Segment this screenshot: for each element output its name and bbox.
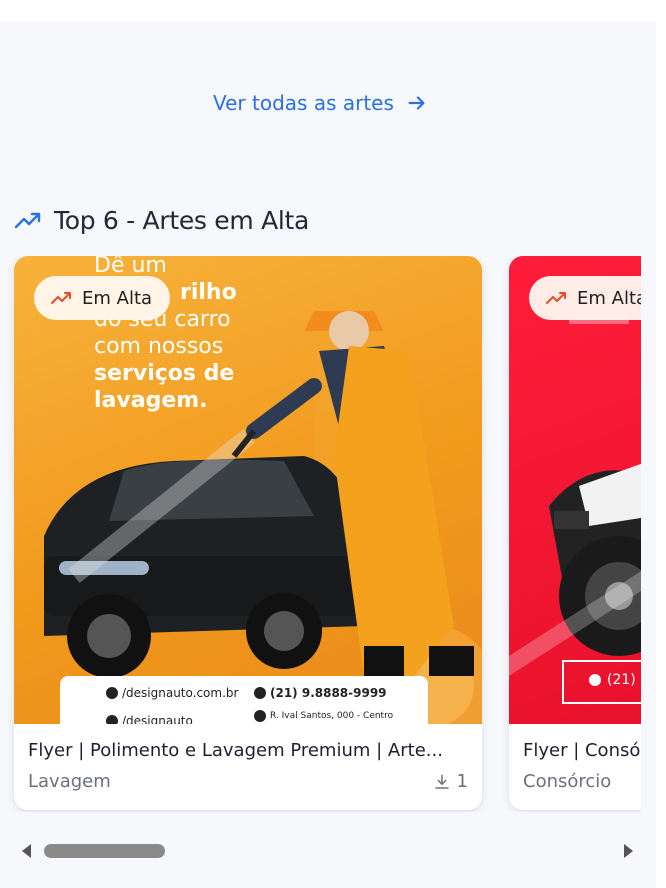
download-count: 1: [433, 771, 468, 792]
trending-up-icon: [546, 292, 566, 304]
art-card[interactable]: (21) 9 Em Alta Flyer | Consórcio Consórc…: [509, 256, 641, 810]
card-category: Lavagem: [28, 771, 111, 792]
art-thumbnail[interactable]: Dê um rilho do seu carro com nossos serv…: [14, 256, 482, 724]
scrollbar-thumb[interactable]: [44, 844, 165, 858]
page-edge: [656, 0, 666, 888]
card-title[interactable]: Flyer | Polimento e Lavagem Premium | Ar…: [28, 740, 468, 761]
art-contact-box: /designauto.com.br (21) 9.8888-9999 /des…: [60, 676, 428, 724]
location-icon: [254, 710, 266, 722]
trending-carousel[interactable]: Dê um rilho do seu carro com nossos serv…: [0, 256, 641, 812]
scroll-left-arrow-icon[interactable]: [22, 844, 31, 858]
section-title: Top 6 - Artes em Alta: [54, 206, 310, 235]
globe-icon: [106, 687, 118, 699]
trending-badge: Em Alta: [34, 276, 171, 320]
art-illustration: [44, 311, 482, 724]
instagram-icon: [106, 715, 118, 724]
scroll-right-arrow-icon[interactable]: [624, 844, 633, 858]
download-icon: [434, 774, 449, 789]
art-card[interactable]: Dê um rilho do seu carro com nossos serv…: [14, 256, 482, 810]
section-header: Top 6 - Artes em Alta: [14, 206, 309, 235]
art-phone: (21) 9: [607, 672, 641, 688]
art-illustration: [509, 316, 641, 704]
whatsapp-icon: [254, 687, 266, 699]
card-meta: Flyer | Polimento e Lavagem Premium | Ar…: [14, 724, 482, 810]
card-title[interactable]: Flyer | Consórcio: [523, 740, 641, 761]
trending-badge: Em Alta: [529, 276, 641, 320]
horizontal-scrollbar[interactable]: [0, 836, 641, 866]
card-category: Consórcio: [523, 771, 612, 792]
card-meta: Flyer | Consórcio Consórcio: [509, 724, 641, 810]
view-all-label: Ver todas as artes: [213, 91, 394, 115]
art-thumbnail[interactable]: (21) 9 Em Alta: [509, 256, 641, 724]
trending-up-icon: [14, 212, 41, 228]
whatsapp-icon: [589, 674, 601, 686]
trending-up-icon: [51, 292, 71, 304]
arrow-right-icon: [408, 96, 425, 110]
view-all-link[interactable]: Ver todas as artes: [213, 91, 428, 115]
top-card-edge: [0, 0, 656, 22]
